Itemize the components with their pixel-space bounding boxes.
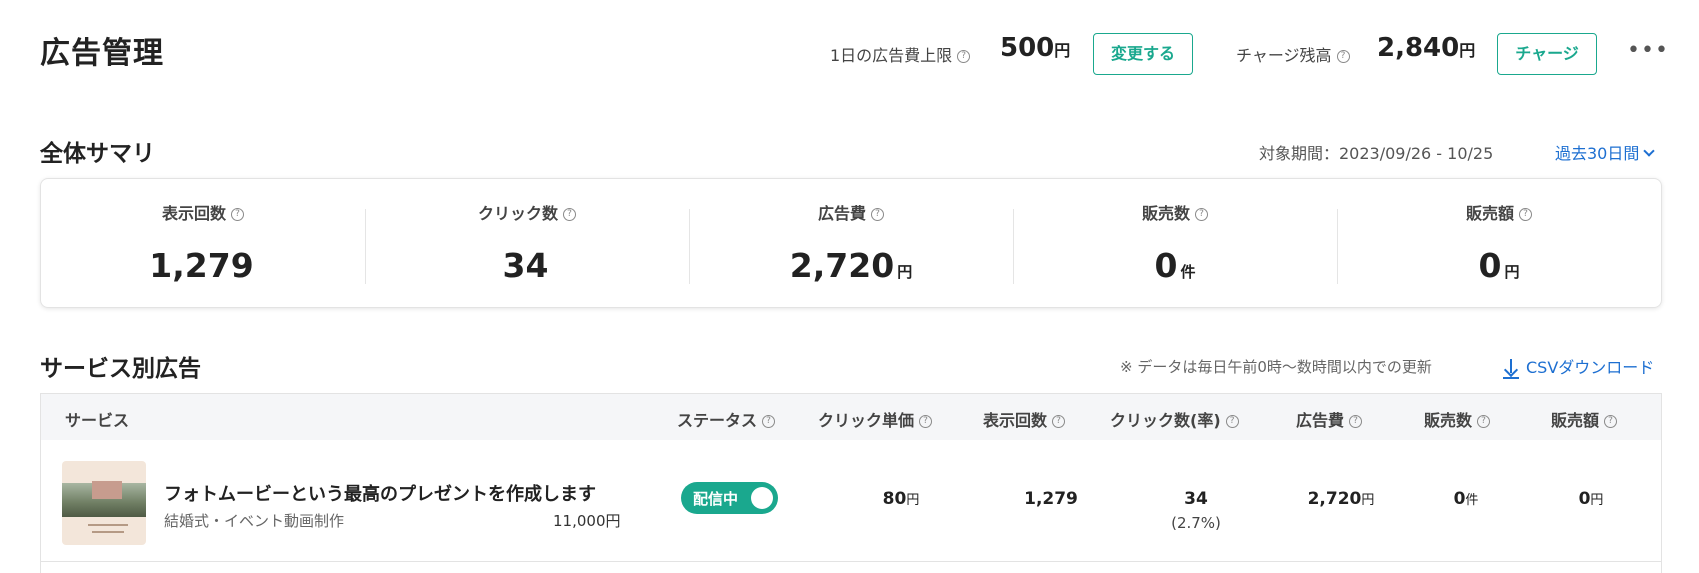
metric-value: 0 xyxy=(1154,246,1178,285)
service-price: 11,000円 xyxy=(553,512,621,530)
col-clicks-label: クリック数(率) xyxy=(1110,411,1221,430)
metric-value: 34 xyxy=(502,246,549,285)
service-category: 結婚式・イベント動画制作 xyxy=(164,512,345,530)
cpc-value: 80 xyxy=(882,489,907,509)
more-horizontal-icon[interactable]: ••• xyxy=(1627,38,1669,63)
service-name[interactable]: フォトムービーという最高のプレゼントを作成します xyxy=(164,480,596,506)
sales-count-value: 0 xyxy=(1453,489,1466,509)
col-status-label: ステータス xyxy=(677,411,758,430)
chevron-down-icon xyxy=(1643,145,1656,157)
metric-label: クリック数 xyxy=(477,204,558,223)
charge-button[interactable]: チャージ xyxy=(1497,33,1597,75)
metric-sales-count: 販売数? 0件 xyxy=(1013,179,1337,307)
balance-amount: 2,840 xyxy=(1377,33,1460,63)
csv-download-label: CSVダウンロード xyxy=(1526,358,1655,377)
help-icon[interactable]: ? xyxy=(563,208,576,221)
daily-limit-unit: 円 xyxy=(1054,41,1071,60)
change-limit-button[interactable]: 変更する xyxy=(1093,33,1193,75)
metric-impressions: 表示回数? 1,279 xyxy=(41,179,365,307)
sales-amount-value: 0 xyxy=(1578,489,1591,509)
balance-value: 2,840円 xyxy=(1377,33,1475,63)
period-dropdown-label: 過去30日間 xyxy=(1555,144,1640,163)
metric-sales-amount: 販売額? 0円 xyxy=(1337,179,1661,307)
help-icon[interactable]: ? xyxy=(1225,415,1239,428)
col-cost: 広告費? xyxy=(1296,407,1363,431)
cost-unit: 円 xyxy=(1361,493,1375,508)
sales-amount-unit: 円 xyxy=(1590,493,1604,508)
metric-label: 表示回数 xyxy=(161,204,226,223)
balance-unit: 円 xyxy=(1459,41,1476,60)
status-toggle[interactable]: 配信中 xyxy=(681,482,778,514)
help-icon[interactable]: ? xyxy=(871,208,884,221)
cpc-unit: 円 xyxy=(906,493,920,508)
period-dropdown[interactable]: 過去30日間 xyxy=(1555,140,1656,164)
help-icon[interactable]: ? xyxy=(1349,415,1363,428)
table-header: サービス ステータス? クリック単価? 表示回数? クリック数(率)? 広告費?… xyxy=(41,394,1661,440)
period-label: 対象期間：2023/09/26 - 10/25 xyxy=(1259,144,1494,163)
cell-sales-count: 0件 xyxy=(1431,489,1501,509)
col-cpc: クリック単価? xyxy=(818,407,933,431)
metric-unit: 件 xyxy=(1180,263,1196,281)
cell-sales-amount: 0円 xyxy=(1556,489,1626,509)
download-icon xyxy=(1502,358,1520,379)
help-icon[interactable]: ? xyxy=(1604,415,1618,428)
col-service: サービス xyxy=(65,411,130,430)
help-icon[interactable]: ? xyxy=(1519,208,1532,221)
col-status: ステータス? xyxy=(677,407,776,431)
help-icon[interactable]: ? xyxy=(957,50,971,63)
help-icon[interactable]: ? xyxy=(231,208,244,221)
col-sales-count: 販売数? xyxy=(1424,407,1491,431)
service-ads-title: サービス別広告 xyxy=(40,356,201,382)
cell-impressions: 1,279 xyxy=(1024,489,1078,509)
cell-cpc: 80円 xyxy=(861,489,941,509)
cell-click-rate: (2.7%) xyxy=(1171,514,1221,532)
sales-count-unit: 件 xyxy=(1465,493,1479,508)
col-sales-amount-label: 販売額 xyxy=(1551,411,1600,430)
metric-clicks: クリック数? 34 xyxy=(365,179,689,307)
cell-clicks: 34 xyxy=(1184,489,1208,509)
col-sales-amount: 販売額? xyxy=(1551,407,1618,431)
help-icon[interactable]: ? xyxy=(1336,50,1350,63)
metric-label: 広告費 xyxy=(817,204,866,223)
service-thumbnail[interactable] xyxy=(62,461,146,545)
col-sales-count-label: 販売数 xyxy=(1424,411,1473,430)
daily-limit-label-text: 1日の広告費上限 xyxy=(830,46,953,65)
metric-cost: 広告費? 2,720 円 xyxy=(689,179,1013,307)
update-note: ※ データは毎日午前0時～数時間以内での更新 xyxy=(1120,358,1432,376)
csv-download-link[interactable]: CSVダウンロード xyxy=(1502,354,1654,379)
col-impressions-label: 表示回数 xyxy=(983,411,1048,430)
daily-limit-value: 500円 xyxy=(1000,33,1070,63)
metric-label: 販売数 xyxy=(1141,204,1190,223)
summary-card: 表示回数? 1,279 クリック数? 34 広告費? 2,720 円 販売数? 0… xyxy=(40,178,1662,308)
metric-value: 0 xyxy=(1478,246,1502,285)
daily-limit-label: 1日の広告費上限? xyxy=(830,42,971,66)
toggle-knob xyxy=(751,487,773,509)
daily-limit-amount: 500 xyxy=(1000,33,1055,63)
help-icon[interactable]: ? xyxy=(919,415,933,428)
summary-title: 全体サマリ xyxy=(40,141,155,167)
balance-label-text: チャージ残高 xyxy=(1236,46,1332,65)
metric-unit: 円 xyxy=(1504,263,1520,281)
col-impressions: 表示回数? xyxy=(983,407,1066,431)
col-clicks: クリック数(率)? xyxy=(1110,407,1239,431)
help-icon[interactable]: ? xyxy=(1052,415,1066,428)
page-title: 広告管理 xyxy=(40,36,164,71)
col-cpc-label: クリック単価 xyxy=(818,411,915,430)
metric-value: 1,279 xyxy=(149,246,254,285)
metric-value: 2,720 xyxy=(789,246,895,285)
col-cost-label: 広告費 xyxy=(1296,411,1345,430)
help-icon[interactable]: ? xyxy=(1195,208,1208,221)
metric-label: 販売額 xyxy=(1465,204,1514,223)
help-icon[interactable]: ? xyxy=(762,415,776,428)
status-toggle-label: 配信中 xyxy=(693,490,739,508)
service-ads-table: サービス ステータス? クリック単価? 表示回数? クリック数(率)? 広告費?… xyxy=(40,393,1662,573)
help-icon[interactable]: ? xyxy=(1477,415,1491,428)
table-row: フォトムービーという最高のプレゼントを作成します 結婚式・イベント動画制作 11… xyxy=(41,440,1661,562)
balance-label: チャージ残高? xyxy=(1236,42,1350,66)
metric-unit: 円 xyxy=(897,263,913,281)
cost-value: 2,720 xyxy=(1307,489,1362,509)
cell-cost: 2,720円 xyxy=(1291,489,1391,509)
